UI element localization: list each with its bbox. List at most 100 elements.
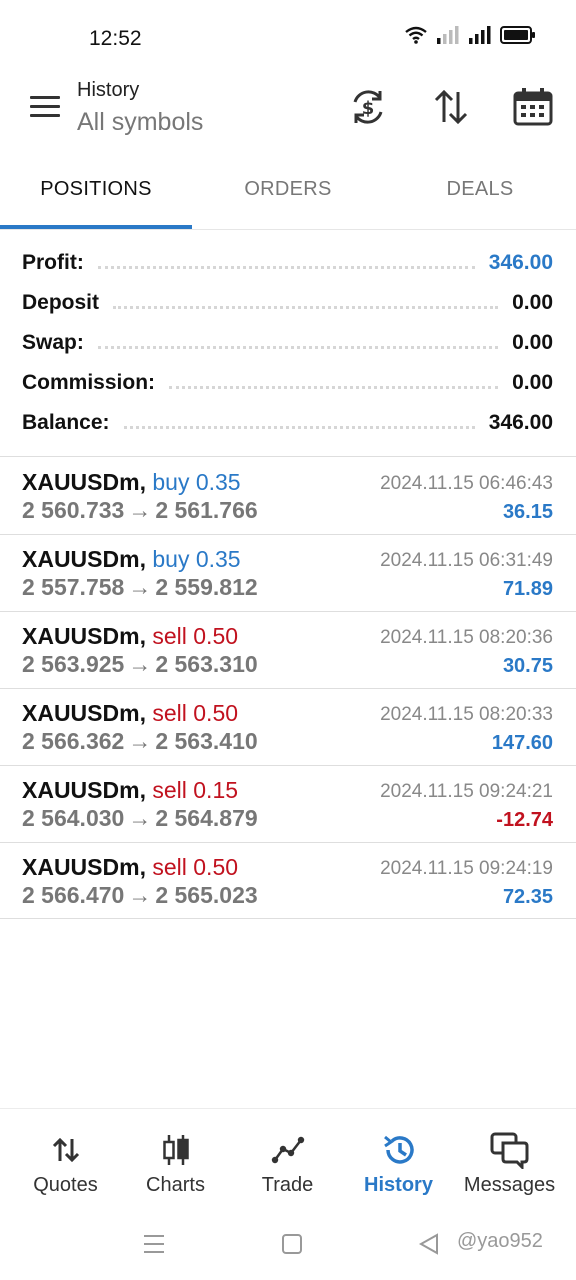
swap-label: Swap: bbox=[22, 331, 84, 354]
candlestick-icon bbox=[162, 1135, 189, 1165]
deal-prices: 2 564.030 → 2 564.879 bbox=[22, 805, 258, 832]
deal-row[interactable]: XAUUSDm, sell 0.15 2 564.030 → 2 564.879 2… bbox=[0, 765, 576, 842]
close-price: 2 563.310 bbox=[155, 651, 258, 677]
nav-trade[interactable]: Trade bbox=[230, 1130, 345, 1197]
calendar-button[interactable] bbox=[512, 86, 554, 128]
deal-profit: 72.35 bbox=[502, 886, 553, 908]
deal-row[interactable]: XAUUSDm, sell 0.50 2 566.362 → 2 563.410 2… bbox=[0, 688, 576, 765]
svg-text:$: $ bbox=[362, 98, 375, 119]
deal-type: buy 0.35 bbox=[152, 546, 241, 572]
signal-icon-1 bbox=[437, 26, 459, 44]
sort-button[interactable] bbox=[430, 86, 472, 128]
nav-history[interactable]: History bbox=[341, 1130, 456, 1197]
deal-row[interactable]: XAUUSDm, sell 0.50 2 563.925 → 2 563.310 2… bbox=[0, 611, 576, 688]
currency-refresh-icon: $ bbox=[353, 90, 383, 124]
balance-label: Balance: bbox=[22, 411, 110, 434]
deal-symbol: XAUUSDm, bbox=[22, 700, 146, 726]
deal-time: 2024.11.15 06:31:49 bbox=[380, 550, 553, 571]
status-icons bbox=[404, 26, 536, 44]
open-price: 2 563.925 bbox=[22, 651, 125, 677]
deal-prices: 2 557.758 → 2 559.812 bbox=[22, 574, 258, 601]
deal-time: 2024.11.15 09:24:21 bbox=[380, 781, 553, 802]
dot-leader bbox=[97, 265, 475, 269]
dot-leader bbox=[97, 345, 499, 349]
quotes-icon bbox=[52, 1137, 79, 1163]
deal-symbol-line: XAUUSDm, buy 0.35 bbox=[22, 546, 241, 573]
deal-profit: 30.75 bbox=[502, 655, 553, 677]
nav-messages[interactable]: Messages bbox=[452, 1130, 567, 1197]
symbol-filter[interactable]: All symbols bbox=[77, 108, 203, 137]
close-price: 2 561.766 bbox=[155, 497, 258, 523]
trade-icon bbox=[271, 1136, 304, 1164]
arrow-icon: → bbox=[128, 497, 152, 523]
swap-value: 0.00 bbox=[512, 331, 553, 354]
deal-time: 2024.11.15 06:46:43 bbox=[380, 473, 553, 494]
deal-profit: 71.89 bbox=[502, 578, 553, 600]
nav-label: Trade bbox=[261, 1174, 314, 1196]
signal-icon-2 bbox=[469, 26, 491, 44]
deal-type: sell 0.50 bbox=[152, 854, 239, 880]
open-price: 2 564.030 bbox=[22, 805, 125, 831]
arrow-icon: → bbox=[128, 574, 152, 600]
deal-prices: 2 560.733 → 2 561.766 bbox=[22, 497, 258, 524]
deal-time: 2024.11.15 08:20:33 bbox=[380, 704, 553, 725]
deposit-label: Deposit bbox=[22, 291, 100, 314]
deposit-value: 0.00 bbox=[512, 291, 553, 314]
arrow-icon: → bbox=[128, 728, 152, 754]
deal-profit: -12.74 bbox=[496, 809, 553, 831]
calendar-icon bbox=[513, 88, 553, 126]
nav-label: Quotes bbox=[33, 1174, 98, 1196]
deal-symbol-line: XAUUSDm, sell 0.50 bbox=[22, 700, 238, 727]
deal-row[interactable]: XAUUSDm, buy 0.35 2 560.733 → 2 561.766 20… bbox=[0, 457, 576, 534]
deal-prices: 2 566.362 → 2 563.410 bbox=[22, 728, 258, 755]
deal-symbol-line: XAUUSDm, sell 0.50 bbox=[22, 854, 238, 881]
system-menu-icon[interactable] bbox=[143, 1232, 165, 1256]
deal-type: sell 0.50 bbox=[152, 700, 239, 726]
tab-deals[interactable]: DEALS bbox=[384, 178, 576, 201]
deal-symbol-line: XAUUSDm, sell 0.15 bbox=[22, 777, 238, 804]
system-home-icon[interactable] bbox=[281, 1232, 303, 1256]
tab-orders[interactable]: ORDERS bbox=[192, 178, 384, 201]
nav-charts[interactable]: Charts bbox=[118, 1130, 233, 1197]
arrow-icon: → bbox=[128, 882, 152, 908]
deal-type: sell 0.50 bbox=[152, 623, 239, 649]
arrow-icon: → bbox=[128, 651, 152, 677]
deal-type: sell 0.15 bbox=[152, 777, 239, 803]
page-title: History bbox=[77, 79, 140, 101]
watermark-text: @yao952 bbox=[457, 1230, 543, 1252]
deal-prices: 2 563.925 → 2 563.310 bbox=[22, 651, 258, 678]
nav-quotes[interactable]: Quotes bbox=[8, 1130, 123, 1197]
summary-commission: Commission: 0.00 bbox=[22, 363, 553, 403]
tab-positions[interactable]: POSITIONS bbox=[0, 178, 192, 201]
status-time: 12:52 bbox=[89, 27, 142, 50]
tab-divider bbox=[0, 229, 576, 230]
deal-symbol-line: XAUUSDm, buy 0.35 bbox=[22, 469, 241, 496]
active-tab-indicator bbox=[0, 225, 192, 229]
commission-value: 0.00 bbox=[512, 371, 553, 394]
system-back-icon[interactable] bbox=[418, 1232, 440, 1256]
nav-label: Charts bbox=[146, 1174, 205, 1196]
summary-swap: Swap: 0.00 bbox=[22, 323, 553, 363]
deal-symbol: XAUUSDm, bbox=[22, 777, 146, 803]
open-price: 2 566.470 bbox=[22, 882, 125, 908]
close-price: 2 563.410 bbox=[155, 728, 258, 754]
dot-leader bbox=[123, 425, 475, 429]
deal-row[interactable]: XAUUSDm, buy 0.35 2 557.758 → 2 559.812 20… bbox=[0, 534, 576, 611]
nav-label: Messages bbox=[463, 1174, 556, 1196]
dot-leader bbox=[113, 305, 499, 309]
deal-symbol: XAUUSDm, bbox=[22, 469, 146, 495]
deal-time: 2024.11.15 09:24:19 bbox=[380, 858, 553, 879]
deal-profit: 147.60 bbox=[491, 732, 553, 754]
close-price: 2 564.879 bbox=[155, 805, 258, 831]
messages-icon bbox=[490, 1132, 528, 1169]
deal-prices: 2 566.470 → 2 565.023 bbox=[22, 882, 258, 909]
menu-icon[interactable] bbox=[30, 96, 60, 118]
deal-row[interactable]: XAUUSDm, sell 0.50 2 566.470 → 2 565.023 2… bbox=[0, 842, 576, 919]
sort-arrows-icon bbox=[434, 89, 468, 125]
summary-balance: Balance: 346.00 bbox=[22, 403, 553, 443]
nav-label: History bbox=[364, 1174, 433, 1196]
currency-exchange-button[interactable]: $ bbox=[347, 86, 389, 128]
summary-profit: Profit: 346.00 bbox=[22, 243, 553, 283]
bottom-nav-divider bbox=[0, 1108, 576, 1109]
deal-symbol: XAUUSDm, bbox=[22, 623, 146, 649]
